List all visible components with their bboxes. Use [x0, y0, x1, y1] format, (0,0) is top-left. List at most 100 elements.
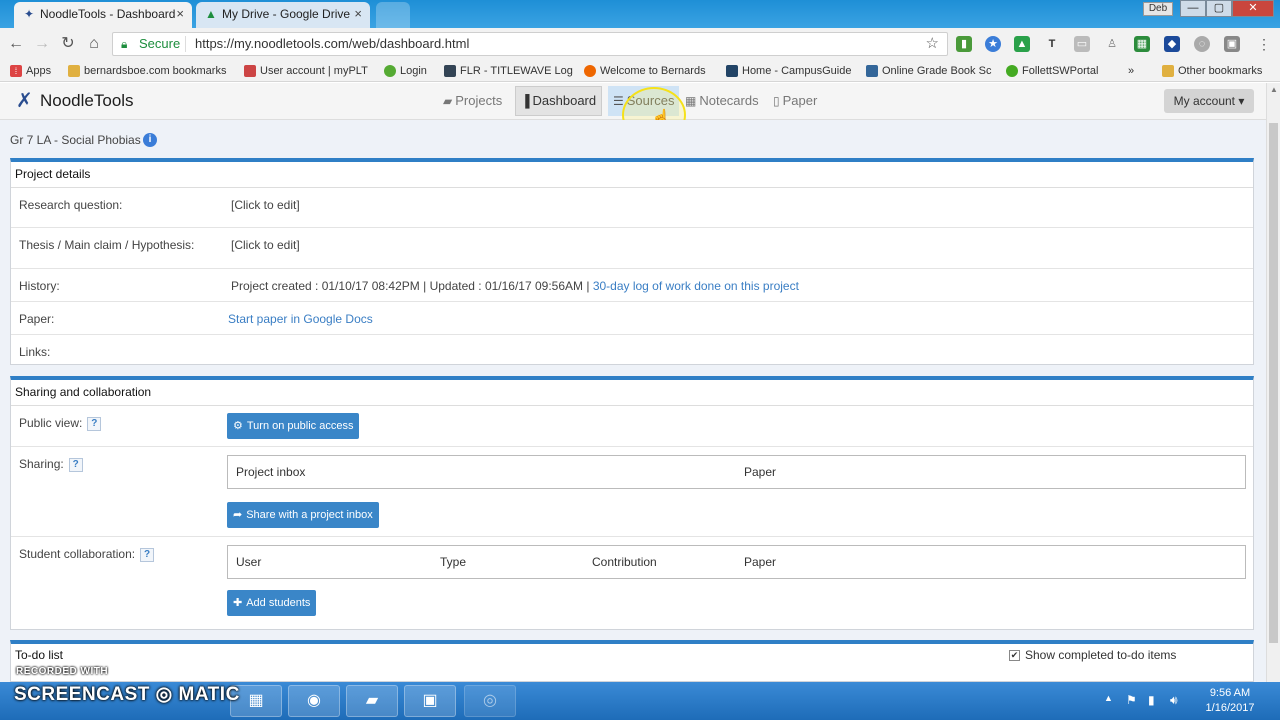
scrollbar-thumb[interactable]: [1269, 123, 1278, 643]
work-log-link[interactable]: 30-day log of work done on this project: [593, 279, 799, 293]
show-completed-label: Show completed to-do items: [1025, 648, 1177, 662]
extension-icon[interactable]: ▣: [1224, 36, 1240, 52]
app-taskbar-icon[interactable]: ▣: [404, 685, 456, 717]
share-arrow-icon: ➦: [233, 509, 243, 521]
bookmark-item[interactable]: Login: [384, 63, 427, 79]
window-user-badge[interactable]: Deb: [1143, 2, 1173, 16]
forward-icon[interactable]: →: [32, 34, 52, 54]
add-students-button[interactable]: ✚ Add students: [227, 590, 317, 616]
minimize-button[interactable]: —: [1180, 0, 1206, 17]
extension-icon[interactable]: ▭: [1074, 36, 1090, 52]
bookmark-folder[interactable]: bernardsboe.com bookmarks: [68, 63, 226, 79]
page-icon: [584, 65, 596, 77]
nav-paper[interactable]: ▯ Paper: [768, 86, 822, 116]
my-account-button[interactable]: My account ▾: [1164, 89, 1254, 113]
bookmark-label: Apps: [26, 65, 52, 77]
bookmark-apps[interactable]: ⁞ Apps: [10, 63, 51, 79]
plus-icon: ✚: [233, 597, 243, 609]
tab-title: NoodleTools - Dashboard: [40, 7, 176, 21]
nav-notecards[interactable]: ▦ Notecards: [680, 86, 764, 116]
chrome-taskbar-icon[interactable]: ◉: [288, 685, 340, 717]
folder-taskbar-icon[interactable]: ▰: [346, 685, 398, 717]
start-paper-link[interactable]: Start paper in Google Docs: [228, 312, 373, 326]
extension-icon[interactable]: T: [1044, 36, 1060, 52]
scroll-up-icon[interactable]: ▲: [1270, 85, 1278, 94]
bookmark-item[interactable]: Online Grade Book Sc: [866, 63, 991, 79]
row-label: History:: [19, 279, 60, 293]
extension-icon[interactable]: ♙: [1104, 36, 1120, 52]
page-scrollbar[interactable]: ▲: [1266, 83, 1280, 682]
panel-heading: Sharing and collaboration: [11, 380, 1253, 406]
todo-list-panel: To-do list ✔ Show completed to-do items: [10, 640, 1254, 682]
bookmark-label: bernardsboe.com bookmarks: [84, 65, 227, 77]
column-header: Contribution: [592, 555, 657, 569]
column-header: Project inbox: [236, 465, 306, 479]
google-drive-extension-icon[interactable]: ▲: [1014, 36, 1030, 52]
nav-dashboard[interactable]: ▐ Dashboard: [515, 86, 603, 116]
share-with-project-inbox-button[interactable]: ➦ Share with a project inbox: [227, 502, 379, 528]
noodletools-logo[interactable]: ✗ NoodleTools: [16, 88, 134, 114]
help-icon[interactable]: ?: [140, 547, 155, 562]
close-tab-icon[interactable]: ×: [354, 2, 362, 26]
history-row: History: Project created : 01/10/17 08:4…: [11, 269, 1253, 302]
page-icon: [444, 65, 456, 77]
bookmark-item[interactable]: FLR - TITLEWAVE Log: [444, 63, 573, 79]
taskbar-clock[interactable]: 9:56 AM 1/16/2017: [1198, 686, 1262, 716]
tab-google-drive[interactable]: ▲ My Drive - Google Drive ×: [196, 2, 370, 28]
row-label: Student collaboration:: [19, 547, 136, 561]
turn-on-public-access-button[interactable]: ⚙ Turn on public access: [227, 413, 360, 439]
logo-text: NoodleTools: [40, 91, 134, 110]
info-icon[interactable]: i: [143, 133, 157, 147]
reload-icon[interactable]: ↻: [58, 34, 78, 54]
close-window-button[interactable]: ✕: [1232, 0, 1274, 17]
extension-icon[interactable]: ▮: [956, 36, 972, 52]
url-text[interactable]: https://my.noodletools.com/web/dashboard…: [195, 33, 469, 55]
thesis-value[interactable]: [Click to edit]: [231, 238, 300, 252]
tray-expand-icon[interactable]: ▲: [1104, 693, 1113, 703]
gear-icon: ⚙: [233, 420, 243, 432]
extension-icon[interactable]: ◌: [1194, 36, 1210, 52]
public-view-label: Public view:?: [19, 416, 102, 431]
button-label: Turn on public access: [246, 420, 354, 432]
recorder-taskbar-icon[interactable]: ◎: [464, 685, 516, 717]
extension-icon[interactable]: ◆: [1164, 36, 1180, 52]
help-icon[interactable]: ?: [68, 457, 83, 472]
bookmark-item[interactable]: FollettSWPortal: [1006, 63, 1098, 79]
tab-noodletools[interactable]: ✦ NoodleTools - Dashboard ×: [14, 2, 192, 28]
close-tab-icon[interactable]: ×: [176, 2, 184, 26]
row-label: Research question:: [19, 198, 123, 212]
back-icon[interactable]: ←: [6, 34, 26, 54]
bookmark-star-icon[interactable]: ☆: [926, 33, 939, 55]
research-question-value[interactable]: [Click to edit]: [231, 198, 300, 212]
logo-figure-icon: ✗: [16, 90, 33, 112]
apps-grid-icon: ⁞: [10, 65, 22, 77]
bookmark-item[interactable]: User account | myPLT: [244, 63, 368, 79]
new-tab-button[interactable]: [376, 2, 410, 28]
maximize-button[interactable]: ▢: [1206, 0, 1232, 17]
sharing-row: Sharing:? Project inbox Paper ➦ Share wit…: [11, 447, 1253, 537]
extension-icon[interactable]: ★: [985, 36, 1001, 52]
chrome-menu-icon[interactable]: ⋮: [1254, 34, 1274, 54]
bookmarks-overflow-chevron[interactable]: »: [1128, 63, 1134, 79]
help-icon[interactable]: ?: [87, 416, 102, 431]
bookmark-item[interactable]: Home - CampusGuide: [726, 63, 851, 79]
clock-date: 1/16/2017: [1205, 702, 1255, 714]
column-header: Paper: [744, 465, 777, 479]
omnibox-divider: [185, 36, 186, 52]
battery-icon[interactable]: ▮: [1148, 693, 1155, 707]
flag-icon[interactable]: ⚑: [1126, 693, 1137, 707]
volume-icon[interactable]: 🔊︎: [1170, 693, 1178, 708]
show-completed-checkbox[interactable]: ✔: [1009, 650, 1020, 661]
row-label: Sharing:: [19, 457, 64, 471]
project-inbox-table: Project inbox Paper: [227, 455, 1246, 489]
paper-row: Paper: Start paper in Google Docs: [11, 302, 1253, 335]
bookmark-other[interactable]: Other bookmarks: [1162, 63, 1262, 79]
address-bar[interactable]: 🔒︎ Secure https://my.noodletools.com/web…: [112, 32, 948, 56]
lock-icon: 🔒︎: [121, 37, 128, 51]
nav-projects[interactable]: ▰ Projects: [438, 86, 507, 116]
home-icon[interactable]: ⌂: [84, 34, 104, 54]
thesis-row: Thesis / Main claim / Hypothesis: [Click…: [11, 228, 1253, 269]
bookmark-item[interactable]: Welcome to Bernards: [584, 63, 706, 79]
tab-title: My Drive - Google Drive: [222, 7, 351, 21]
extension-icon[interactable]: ▦: [1134, 36, 1150, 52]
